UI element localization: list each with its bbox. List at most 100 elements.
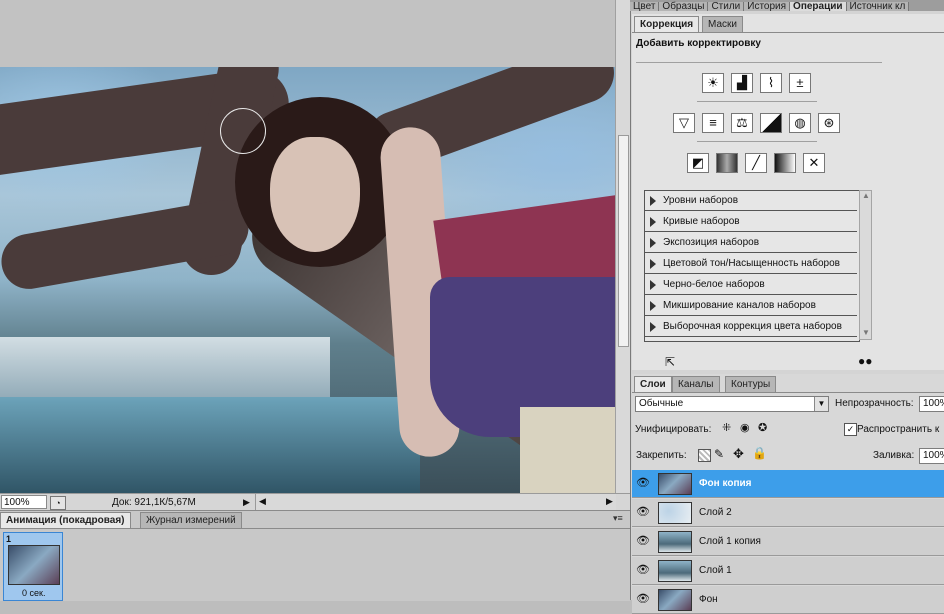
layer-row[interactable]: 👁 Слой 2 bbox=[632, 499, 944, 527]
status-info-icon[interactable]: ◔ bbox=[50, 496, 66, 510]
tab-animation[interactable]: Анимация (покадровая) bbox=[0, 512, 131, 528]
horizontal-scrollbar[interactable]: ◀ ▶ bbox=[255, 494, 743, 510]
vertical-scrollbar[interactable] bbox=[615, 0, 630, 493]
layer-row[interactable]: 👁 Слой 1 bbox=[632, 557, 944, 585]
preset-levels[interactable]: Уровни наборов bbox=[645, 191, 857, 211]
unify-visibility-icon[interactable]: ◉ bbox=[740, 421, 750, 434]
river bbox=[0, 397, 420, 493]
scroll-right-arrow-icon[interactable]: ▶ bbox=[606, 496, 613, 507]
expand-triangle-icon bbox=[650, 238, 656, 248]
vibrance-icon[interactable]: ▽ bbox=[673, 113, 695, 133]
lock-all-icon[interactable]: 🔒 bbox=[752, 446, 767, 460]
scroll-up-arrow-icon[interactable]: ▲ bbox=[862, 191, 870, 200]
color-balance-icon[interactable]: ⚖ bbox=[731, 113, 753, 133]
lock-paint-icon[interactable]: ✎ bbox=[714, 447, 724, 461]
tab-swatches[interactable]: Образцы bbox=[659, 2, 709, 11]
expand-triangle-icon bbox=[650, 196, 656, 206]
face bbox=[270, 137, 360, 252]
posterize-icon[interactable] bbox=[716, 153, 738, 173]
hue-saturation-icon[interactable]: ≡ bbox=[702, 113, 724, 133]
presets-scrollbar[interactable]: ▲ ▼ bbox=[859, 190, 872, 340]
channel-mixer-icon[interactable]: ⊛ bbox=[818, 113, 840, 133]
layer-name[interactable]: Слой 1 копия bbox=[699, 528, 761, 556]
frame-number: 1 bbox=[6, 534, 12, 544]
unify-label: Унифицировать: bbox=[635, 424, 712, 435]
lock-move-icon[interactable]: ✥ bbox=[733, 446, 744, 462]
tab-layers[interactable]: Слои bbox=[634, 376, 672, 392]
threshold-icon[interactable]: ╱ bbox=[745, 153, 767, 173]
expand-triangle-icon bbox=[650, 217, 656, 227]
eye-icon[interactable]: 👁 bbox=[635, 506, 651, 519]
clip-to-layer-icon[interactable]: ●● bbox=[858, 354, 873, 368]
panel-tabs-top: Цвет Образцы Стили История Операции Источник … bbox=[630, 0, 944, 11]
fill-label: Заливка: bbox=[873, 450, 915, 461]
layer-row[interactable]: 👁 Слой 1 копия bbox=[632, 528, 944, 556]
scroll-left-arrow-icon[interactable]: ◀ bbox=[259, 496, 266, 507]
layer-name[interactable]: Слой 1 bbox=[699, 557, 732, 585]
propagate-label: Распространить к bbox=[857, 424, 940, 435]
unify-style-icon[interactable]: ✪ bbox=[758, 421, 767, 434]
layer-row[interactable]: 👁 Фон копия bbox=[632, 470, 944, 498]
layer-thumbnail bbox=[658, 473, 692, 495]
layer-thumbnail bbox=[658, 502, 692, 524]
lock-transparent-icon[interactable] bbox=[698, 449, 711, 462]
eye-icon[interactable]: 👁 bbox=[635, 564, 651, 577]
curves-icon[interactable]: ⌇ bbox=[760, 73, 782, 93]
expand-triangle-icon bbox=[650, 259, 656, 269]
tab-styles[interactable]: Стили bbox=[708, 2, 745, 11]
document-size: Док: 921,1К/5,67М bbox=[112, 497, 196, 508]
adjustment-presets-list: Уровни наборов Кривые наборов Экспозиция… bbox=[644, 190, 860, 342]
status-menu-arrow-icon[interactable]: ▶ bbox=[243, 496, 250, 508]
tab-measurement-log[interactable]: Журнал измерений bbox=[140, 512, 242, 528]
eye-icon[interactable]: 👁 bbox=[635, 477, 651, 490]
preset-exposure[interactable]: Экспозиция наборов bbox=[645, 233, 857, 253]
expand-triangle-icon bbox=[650, 301, 656, 311]
photo-filter-icon[interactable]: ◍ bbox=[789, 113, 811, 133]
tab-actions[interactable]: Операции bbox=[790, 2, 847, 11]
tab-channels[interactable]: Каналы bbox=[672, 376, 720, 392]
layer-thumbnail bbox=[658, 531, 692, 553]
layer-name[interactable]: Слой 2 bbox=[699, 499, 732, 527]
lock-label: Закрепить: bbox=[636, 450, 687, 461]
preset-hue-saturation[interactable]: Цветовой тон/Насыщенность наборов bbox=[645, 254, 857, 274]
animation-panel: Анимация (покадровая) Журнал измерений ▾… bbox=[0, 510, 630, 601]
scroll-down-arrow-icon[interactable]: ▼ bbox=[862, 328, 870, 337]
tab-history[interactable]: История bbox=[744, 2, 791, 11]
panel-menu-icon[interactable]: ▾≡ bbox=[613, 513, 623, 524]
brightness-icon[interactable]: ☀ bbox=[702, 73, 724, 93]
fill-field[interactable]: 100% bbox=[919, 448, 944, 464]
opacity-field[interactable]: 100% bbox=[919, 396, 944, 412]
tab-adjustments[interactable]: Коррекция bbox=[634, 16, 700, 32]
blend-mode-select[interactable]: Обычные ▼ bbox=[635, 396, 829, 412]
divider bbox=[632, 392, 944, 393]
tab-masks[interactable]: Маски bbox=[702, 16, 743, 32]
tab-color[interactable]: Цвет bbox=[630, 2, 660, 11]
exposure-icon[interactable]: ± bbox=[789, 73, 811, 93]
tab-clone-source[interactable]: Источник кл bbox=[846, 2, 910, 11]
animation-frame[interactable]: 1 0 сек. bbox=[3, 532, 63, 601]
tab-paths[interactable]: Контуры bbox=[725, 376, 777, 392]
preset-curves[interactable]: Кривые наборов bbox=[645, 212, 857, 232]
layer-row[interactable]: 👁 Фон bbox=[632, 586, 944, 614]
return-to-list-icon[interactable]: ⇱ bbox=[665, 355, 675, 369]
unify-position-icon[interactable]: ⁜ bbox=[722, 421, 731, 434]
invert-icon[interactable]: ◩ bbox=[687, 153, 709, 173]
vertical-scroll-thumb[interactable] bbox=[618, 135, 629, 347]
propagate-checkbox[interactable]: ✓ bbox=[844, 423, 857, 436]
zoom-field[interactable]: 100% bbox=[1, 495, 47, 509]
layer-name[interactable]: Фон bbox=[699, 586, 718, 614]
divider bbox=[0, 528, 630, 529]
preset-selective-color[interactable]: Выборочная коррекция цвета наборов bbox=[645, 317, 857, 337]
eye-icon[interactable]: 👁 bbox=[635, 535, 651, 548]
preset-channel-mixer[interactable]: Микширование каналов наборов bbox=[645, 296, 857, 316]
black-white-icon[interactable] bbox=[760, 113, 782, 133]
layer-name[interactable]: Фон копия bbox=[699, 470, 751, 498]
chevron-down-icon[interactable]: ▼ bbox=[814, 397, 828, 411]
levels-icon[interactable]: ▟ bbox=[731, 73, 753, 93]
image-canvas[interactable] bbox=[0, 67, 615, 493]
gradient-map-icon[interactable] bbox=[774, 153, 796, 173]
frame-delay[interactable]: 0 сек. bbox=[22, 588, 45, 598]
selective-color-icon[interactable]: ✕ bbox=[803, 153, 825, 173]
preset-black-white[interactable]: Черно-белое наборов bbox=[645, 275, 857, 295]
brush-cursor bbox=[220, 108, 266, 154]
